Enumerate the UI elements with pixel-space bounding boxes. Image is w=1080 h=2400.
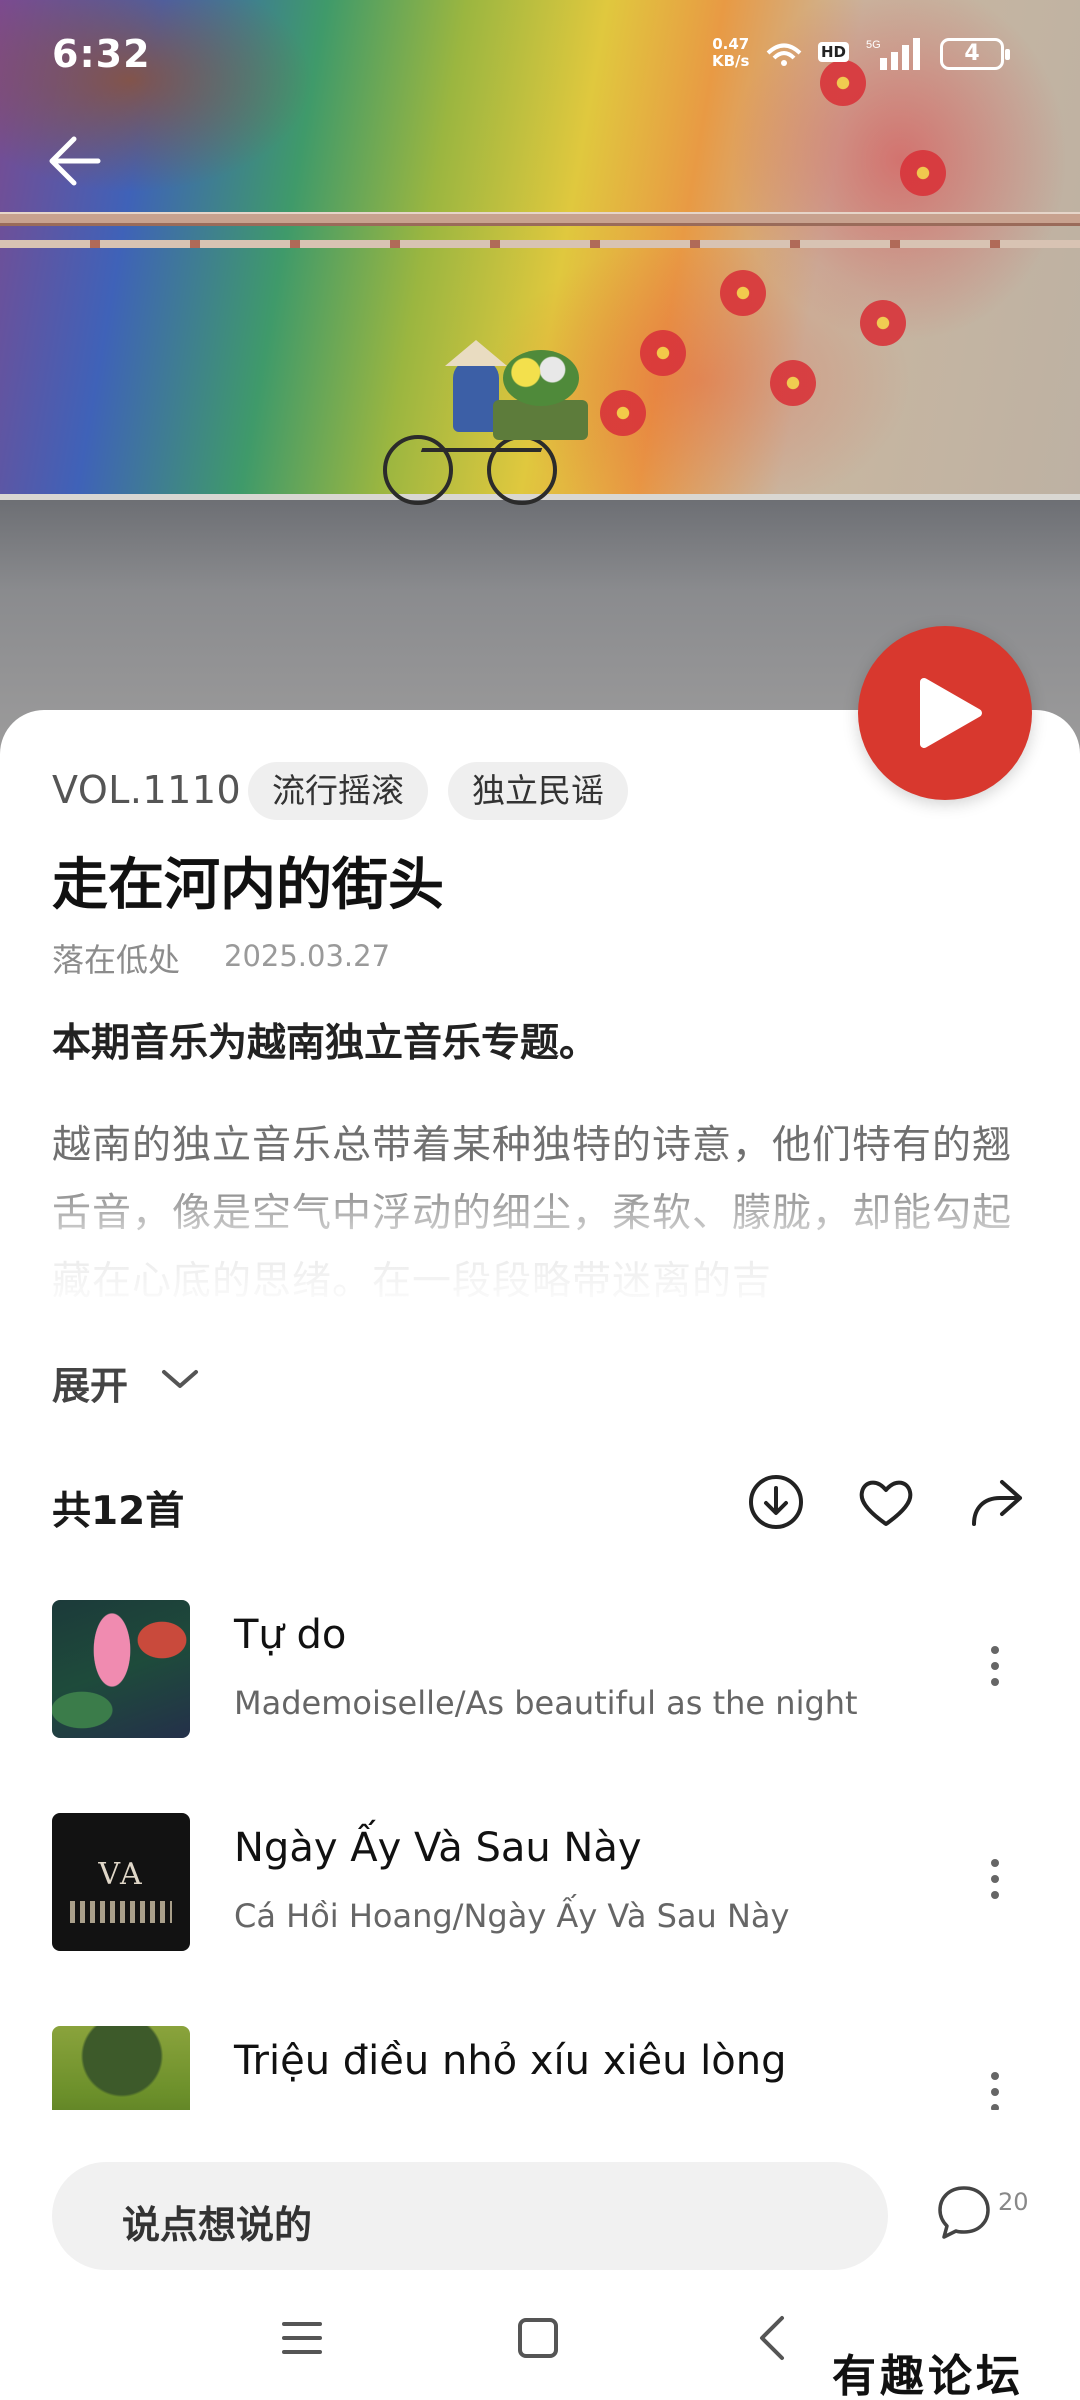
- comment-placeholder: 说点想说的: [122, 2203, 313, 2247]
- song-title: Triệu điều nhỏ xíu xiêu lòng: [234, 2038, 787, 2084]
- song-title: Ngày Ấy Và Sau Này: [234, 1825, 642, 1871]
- mural-flower: [600, 390, 646, 436]
- comment-bubble-icon[interactable]: [934, 2182, 994, 2242]
- chevron-down-icon[interactable]: [158, 1364, 202, 1394]
- network-speed-value: 0.47: [712, 35, 750, 53]
- status-time: 6:32: [52, 32, 151, 76]
- play-icon: [920, 678, 982, 748]
- track-count: 共12首: [52, 1489, 185, 1534]
- mural-flower: [860, 300, 906, 346]
- network-speed-unit: KB/s: [712, 52, 750, 70]
- bike-frame: [407, 448, 543, 488]
- flower-basket: [493, 400, 588, 440]
- more-icon[interactable]: [980, 1859, 1010, 1903]
- song-cover: [52, 2026, 190, 2110]
- author-name[interactable]: 落在低处: [52, 935, 180, 981]
- tag-pop-rock[interactable]: 流行摇滚: [248, 762, 428, 820]
- hd-badge: HD: [818, 42, 850, 62]
- bouquet: [503, 350, 579, 406]
- comment-count: 20: [998, 2188, 1029, 2216]
- share-icon[interactable]: [966, 1472, 1026, 1532]
- network-speed: 0.47 KB/s: [712, 36, 749, 70]
- more-icon[interactable]: [980, 1646, 1010, 1690]
- song-list: Tự do Mademoiselle/As beautiful as the n…: [0, 1600, 1080, 2110]
- signal-icon: 5G: [866, 38, 920, 70]
- battery-indicator: 4: [940, 38, 1010, 70]
- watermark-text: 有趣论坛: [832, 2351, 1024, 2400]
- expand-button[interactable]: 展开: [52, 1355, 128, 1410]
- song-row[interactable]: VA Ngày Ấy Và Sau Này Cá Hồi Hoang/Ngày …: [0, 1813, 1080, 1963]
- song-artist-album: Cá Hồi Hoang/Ngày Ấy Và Sau Này: [234, 1897, 790, 1935]
- song-cover: VA: [52, 1813, 190, 1951]
- song-title: Tự do: [234, 1612, 347, 1658]
- song-artist-album: Mademoiselle/As beautiful as the night: [234, 1684, 858, 1722]
- menu-icon[interactable]: [272, 2308, 332, 2368]
- cover-crowd: [70, 1901, 172, 1923]
- play-button[interactable]: [858, 626, 1032, 800]
- mural-flower: [770, 360, 816, 406]
- conical-hat: [445, 340, 507, 366]
- song-cover: [52, 1600, 190, 1738]
- home-square-icon[interactable]: [508, 2308, 568, 2368]
- volume-number: VOL.1110: [52, 768, 242, 812]
- mural-flower: [640, 330, 686, 376]
- publish-date: 2025.03.27: [224, 939, 391, 973]
- cyclist-figure: [375, 330, 605, 510]
- description-fade: [52, 1170, 1028, 1315]
- railing: [0, 212, 1080, 226]
- back-chevron-icon[interactable]: [744, 2308, 804, 2368]
- tag-indie-folk[interactable]: 独立民谣: [448, 762, 628, 820]
- song-row[interactable]: Tự do Mademoiselle/As beautiful as the n…: [0, 1600, 1080, 1750]
- network-type: 5G: [866, 39, 881, 51]
- page-title: 走在河内的街头: [52, 853, 444, 918]
- mural-flower: [900, 150, 946, 196]
- status-bar: 6:32 0.47 KB/s HD 5G 4: [0, 0, 1080, 110]
- hotspot-icon: [766, 43, 802, 66]
- more-icon[interactable]: [980, 2072, 1010, 2110]
- mural-flower: [720, 270, 766, 316]
- song-row[interactable]: Triệu điều nhỏ xíu xiêu lòng: [0, 2026, 1080, 2110]
- heart-icon[interactable]: [856, 1472, 916, 1532]
- download-icon[interactable]: [746, 1472, 806, 1532]
- railing-bars: [0, 240, 1080, 248]
- arrow-left-icon[interactable]: [40, 125, 112, 197]
- comment-input[interactable]: 说点想说的: [52, 2162, 888, 2270]
- cover-text: VA: [98, 1857, 144, 1892]
- description-lead: 本期音乐为越南独立音乐专题。: [52, 1021, 599, 1066]
